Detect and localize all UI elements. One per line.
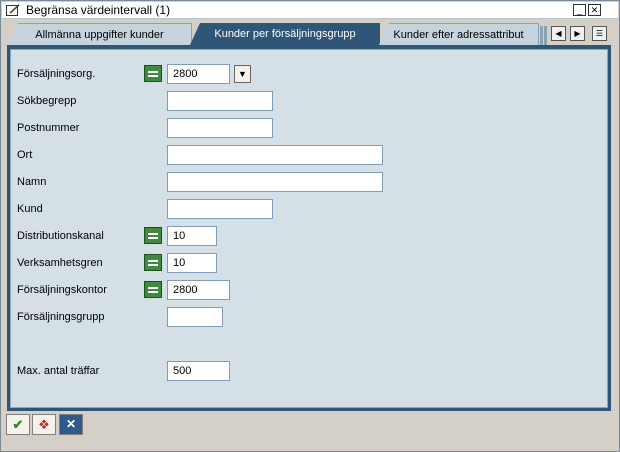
row-city: Ort (11, 145, 609, 165)
row-division: Verksamhetsgren (11, 253, 609, 273)
label-distribution-channel: Distributionskanal (17, 230, 104, 242)
confirm-button[interactable]: ✔ (6, 414, 30, 435)
hidden-tab-stub (540, 26, 543, 45)
tab-customers-by-address[interactable]: Kunder efter adressattribut (379, 23, 539, 45)
label-customer: Kund (17, 203, 43, 215)
row-distribution-channel: Distributionskanal (11, 226, 609, 246)
sales-org-field[interactable] (167, 64, 230, 84)
value-help-icon[interactable]: ▼ (234, 65, 251, 83)
tab-general-data[interactable]: Allmänna uppgifter kunder (8, 23, 192, 45)
tab-customers-by-sales-group[interactable]: Kunder per försäljningsgrupp (190, 23, 380, 45)
minimize-button[interactable]: _ (573, 4, 586, 16)
tab-strip: Allmänna uppgifter kunder Kunder per för… (2, 23, 618, 45)
row-sales-office: Försäljningskontor (11, 280, 609, 300)
division-field[interactable] (167, 253, 217, 273)
close-button[interactable]: ✕ (588, 4, 601, 16)
distribution-channel-field[interactable] (167, 226, 217, 246)
label-max-hits: Max. antal träffar (17, 365, 100, 377)
label-sales-group: Försäljningsgrupp (17, 311, 105, 323)
max-hits-field[interactable] (167, 361, 230, 381)
label-sales-office: Försäljningskontor (17, 284, 107, 296)
select-options-icon[interactable] (144, 227, 162, 244)
cancel-x-icon: ✕ (65, 417, 77, 431)
multiple-selection-button[interactable]: ❖ (32, 414, 56, 435)
window-title: Begränsa värdeintervall (1) (26, 3, 171, 17)
title-bar: Begränsa värdeintervall (1) _ ✕ (2, 2, 618, 19)
row-customer: Kund (11, 199, 609, 219)
label-name: Namn (17, 176, 47, 188)
select-options-icon[interactable] (144, 281, 162, 298)
row-sales-org: Försäljningsorg. ▼ (11, 64, 609, 84)
customer-field[interactable] (167, 199, 273, 219)
tab-scroll-right-icon[interactable]: ▶ (570, 26, 585, 41)
checkmark-icon: ✔ (12, 417, 24, 432)
row-name: Namn (11, 172, 609, 192)
multiple-select-icon: ❖ (38, 417, 50, 432)
select-options-icon[interactable] (144, 254, 162, 271)
label-city: Ort (17, 149, 33, 161)
search-term-field[interactable] (167, 91, 273, 111)
dialog-window: Begränsa värdeintervall (1) _ ✕ Allmänna… (0, 0, 620, 452)
row-sales-group: Försäljningsgrupp (11, 307, 609, 327)
sales-group-field[interactable] (167, 307, 223, 327)
name-field[interactable] (167, 172, 383, 192)
hidden-tab-stub (544, 26, 547, 45)
label-division: Verksamhetsgren (17, 257, 103, 269)
label-sales-org: Försäljningsorg. (17, 68, 96, 80)
tab-list-menu-icon[interactable]: ☰ (592, 26, 607, 41)
tab-scroll-left-icon[interactable]: ◀ (551, 26, 566, 41)
window-edit-icon (6, 4, 20, 16)
sales-office-field[interactable] (167, 280, 230, 300)
select-options-icon[interactable] (144, 65, 162, 82)
city-field[interactable] (167, 145, 383, 165)
cancel-button[interactable]: ✕ (59, 414, 83, 435)
label-postal-code: Postnummer (17, 122, 80, 134)
row-search-term: Sökbegrepp (11, 91, 609, 111)
postal-code-field[interactable] (167, 118, 273, 138)
row-postal-code: Postnummer (11, 118, 609, 138)
tab-panel: Försäljningsorg. ▼ Sökbegrepp Postnummer… (10, 49, 608, 408)
label-search-term: Sökbegrepp (17, 95, 77, 107)
row-max-hits: Max. antal träffar (11, 361, 609, 381)
